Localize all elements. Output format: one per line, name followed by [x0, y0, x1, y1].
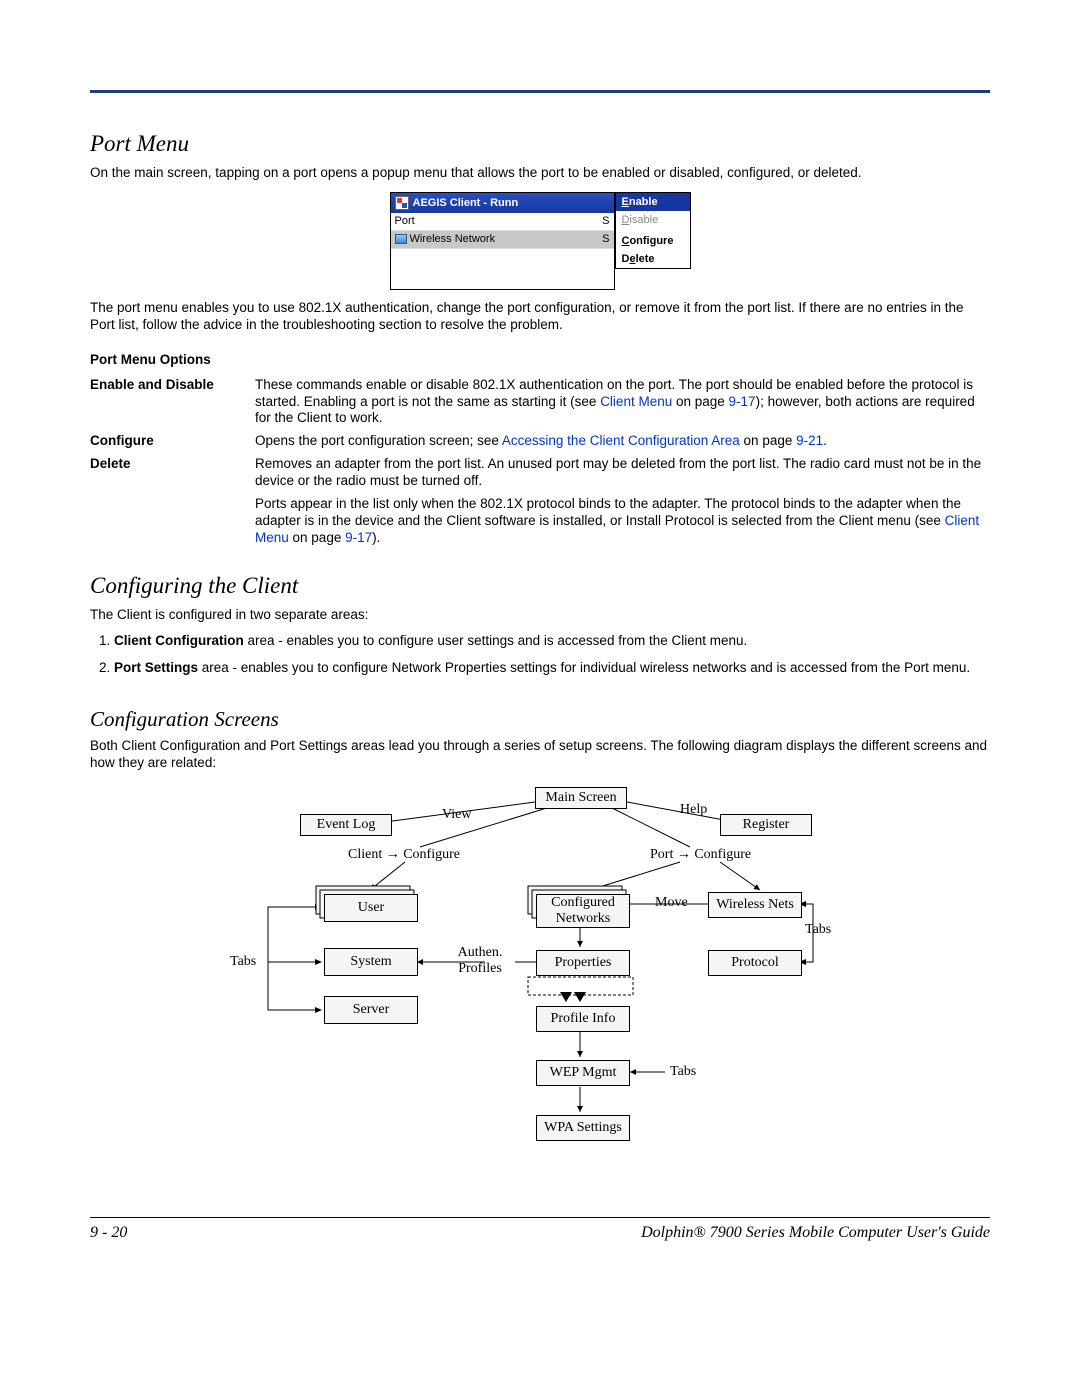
context-menu: Enable Disable Configure Delete [615, 192, 691, 269]
screenshot-port-menu: AEGIS Client - Runn Port S Wireless Netw… [90, 192, 990, 290]
box-register: Register [720, 814, 812, 836]
box-protocol: Protocol [708, 950, 802, 976]
window-title-text: AEGIS Client - Runn [413, 197, 519, 209]
box-event-log: Event Log [300, 814, 392, 836]
box-main-screen: Main Screen [535, 787, 627, 809]
label-client-configure: Client → Configure [348, 847, 460, 863]
para-screens-intro: Both Client Configuration and Port Setti… [90, 738, 990, 772]
col-port-label: Port [395, 215, 415, 227]
label-tabs-right-2: Tabs [670, 1064, 696, 1080]
menu-item-configure[interactable]: Configure [616, 232, 690, 250]
box-wpa-settings: WPA Settings [536, 1115, 630, 1141]
box-properties: Properties [536, 950, 630, 976]
option-row-enable-disable: Enable and Disable These commands enable… [90, 377, 990, 428]
option-desc: These commands enable or disable 802.1X … [255, 377, 990, 428]
label-tabs-right-1: Tabs [805, 922, 831, 938]
port-menu-options-heading: Port Menu Options [90, 352, 990, 367]
label-authen-profiles: Authen. Profiles [450, 945, 510, 977]
box-configured-networks: Configured Networks [536, 894, 630, 928]
footer-page-number: 9 - 20 [90, 1224, 127, 1242]
para-intro-1: On the main screen, tapping on a port op… [90, 165, 990, 182]
option-desc: Removes an adapter from the port list. A… [255, 456, 990, 546]
list-item: Port Settings area - enables you to conf… [114, 660, 990, 677]
box-wep-mgmt: WEP Mgmt [536, 1060, 630, 1086]
menu-item-disable[interactable]: Disable [616, 211, 690, 229]
list-header-row: Port S [391, 213, 614, 231]
box-wireless-nets: Wireless Nets [708, 892, 802, 918]
box-server: Server [324, 996, 418, 1024]
box-user: User [324, 894, 418, 922]
config-areas-list: Client Configuration area - enables you … [90, 633, 990, 677]
list-item: Client Configuration area - enables you … [114, 633, 990, 650]
link-client-menu[interactable]: Client Menu [600, 394, 672, 409]
aegis-client-window: AEGIS Client - Runn Port S Wireless Netw… [390, 192, 615, 290]
option-desc: Opens the port configuration screen; see… [255, 433, 990, 450]
top-rule [90, 90, 990, 93]
option-row-configure: Configure Opens the port configuration s… [90, 433, 990, 450]
link-page-9-17-2[interactable]: 9-17 [345, 530, 372, 545]
menu-item-delete[interactable]: Delete [616, 250, 690, 268]
label-move: Move [655, 895, 688, 911]
label-tabs-left: Tabs [230, 954, 256, 970]
option-row-delete: Delete Removes an adapter from the port … [90, 456, 990, 546]
para-config-intro: The Client is configured in two separate… [90, 607, 990, 624]
page-footer: 9 - 20 Dolphin® 7900 Series Mobile Compu… [90, 1218, 990, 1242]
box-system: System [324, 948, 418, 976]
network-icon [395, 234, 407, 244]
footer-guide-title: Dolphin® 7900 Series Mobile Computer Use… [641, 1224, 990, 1242]
option-term: Delete [90, 456, 255, 546]
windows-flag-icon [395, 196, 409, 210]
option-term: Configure [90, 433, 255, 450]
list-row-wireless-network[interactable]: Wireless Network S [391, 231, 614, 249]
link-accessing-config-area[interactable]: Accessing the Client Configuration Area [502, 433, 740, 448]
link-page-9-21[interactable]: 9-21 [796, 433, 823, 448]
label-help: Help [680, 802, 707, 818]
col-s-label: S [602, 215, 609, 227]
heading-port-menu: Port Menu [90, 131, 990, 157]
para-intro-2: The port menu enables you to use 802.1X … [90, 300, 990, 334]
option-term: Enable and Disable [90, 377, 255, 428]
row-label: Wireless Network [395, 233, 496, 245]
label-port-configure: Port → Configure [650, 847, 751, 863]
label-view: View [442, 807, 471, 823]
box-profile-info: Profile Info [536, 1006, 630, 1032]
row-status: S [602, 233, 609, 245]
configuration-screens-diagram: Main Screen Event Log Register View Help… [260, 782, 820, 1197]
heading-configuring-client: Configuring the Client [90, 573, 990, 599]
link-page-9-17[interactable]: 9-17 [729, 394, 756, 409]
menu-item-enable[interactable]: Enable [616, 193, 690, 211]
window-titlebar: AEGIS Client - Runn [391, 193, 614, 213]
heading-configuration-screens: Configuration Screens [90, 707, 990, 732]
